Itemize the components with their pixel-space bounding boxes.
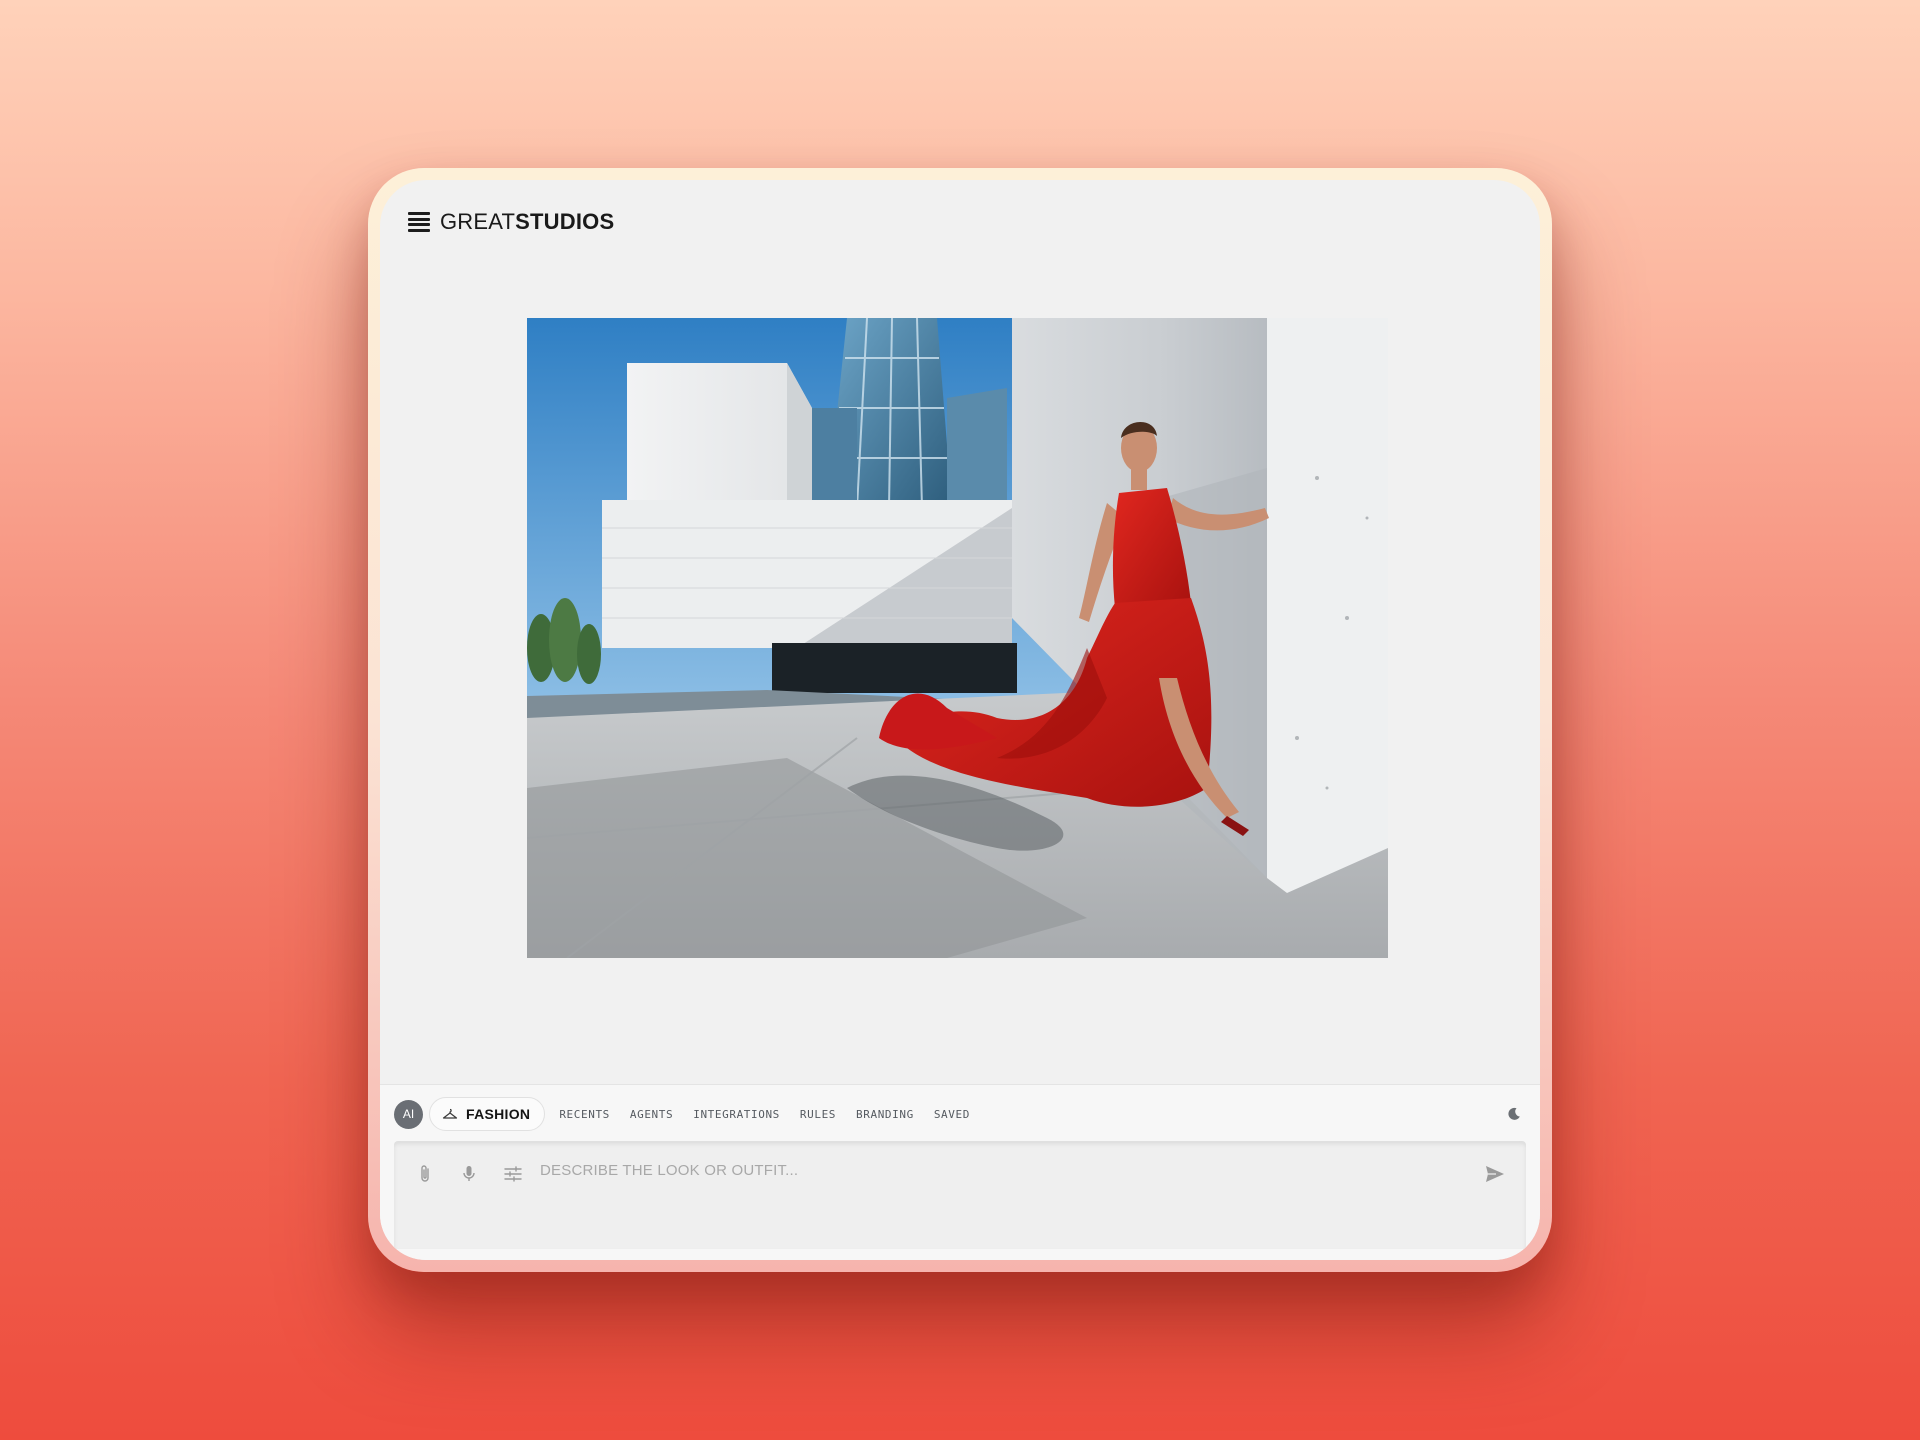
nav-branding[interactable]: BRANDING (856, 1108, 914, 1121)
prompt-composer (394, 1141, 1526, 1249)
nav-saved[interactable]: SAVED (934, 1108, 970, 1121)
send-button[interactable] (1484, 1163, 1506, 1185)
theme-toggle-button[interactable] (1504, 1104, 1524, 1124)
generated-fashion-image[interactable] (527, 318, 1388, 958)
prompt-input[interactable] (540, 1155, 1420, 1185)
logo-bold-text: STUDIOS (515, 209, 615, 234)
ai-badge[interactable]: AI (394, 1099, 423, 1129)
moon-icon (1508, 1107, 1520, 1120)
prompt-panel: AI FASHION RECENTS AGENTS INTEGRATIONS R… (380, 1084, 1540, 1260)
attach-button[interactable] (414, 1163, 436, 1185)
hanger-icon (442, 1108, 458, 1119)
microphone-icon (463, 1166, 475, 1181)
hamburger-menu-icon[interactable] (408, 212, 430, 232)
paperclip-icon (421, 1165, 429, 1182)
nav-integrations[interactable]: INTEGRATIONS (693, 1108, 780, 1121)
device-frame: GREAT STUDIOS AI FASHION RECENTS AGENTS … (368, 168, 1552, 1272)
send-icon (1486, 1166, 1504, 1182)
nav-recents[interactable]: RECENTS (559, 1108, 610, 1121)
app-window: GREAT STUDIOS AI FASHION RECENTS AGENTS … (380, 180, 1540, 1260)
app-header: GREAT STUDIOS (408, 206, 614, 238)
mode-chip-fashion[interactable]: FASHION (429, 1097, 546, 1131)
voice-button[interactable] (458, 1163, 480, 1185)
nav-rules[interactable]: RULES (800, 1108, 836, 1121)
logo-light-text: GREAT (440, 209, 516, 234)
nav-agents[interactable]: AGENTS (630, 1108, 673, 1121)
settings-button[interactable] (502, 1163, 524, 1185)
mode-chip-label: FASHION (466, 1106, 531, 1122)
sliders-icon (504, 1166, 522, 1182)
mode-toolbar: AI FASHION RECENTS AGENTS INTEGRATIONS R… (394, 1097, 1526, 1131)
app-logo[interactable]: GREAT STUDIOS (440, 209, 614, 235)
